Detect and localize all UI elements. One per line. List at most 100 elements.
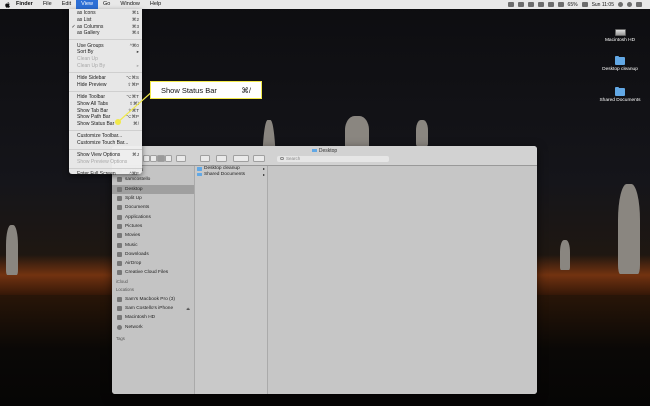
menu-item-use-groups[interactable]: Use Groups ^⌘0 xyxy=(69,43,142,50)
desktop-icon-label: Macintosh HD xyxy=(604,38,636,43)
menu-go[interactable]: Go xyxy=(98,0,115,9)
menu-item-label: Use Groups xyxy=(77,42,104,49)
menu-item-enter-full-screen[interactable]: Enter Full Screen ^⌘F xyxy=(69,171,142,178)
menu-item-label: Customize Toolbar... xyxy=(77,133,123,140)
sidebar-item-split-up[interactable]: Split Up xyxy=(112,194,194,203)
column-empty xyxy=(268,166,537,394)
menu-item-as-columns[interactable]: ✓ as Columns ⌘3 xyxy=(69,24,142,31)
sidebar-item-creative-cloud-files[interactable]: Creative Cloud Files xyxy=(112,268,194,277)
sidebar-item-network[interactable]: Network xyxy=(112,322,194,331)
menu-view[interactable]: View xyxy=(76,0,98,9)
sidebar-item-music[interactable]: Music xyxy=(112,240,194,249)
spotlight-search-icon[interactable] xyxy=(618,2,623,7)
view-mode-icon-button[interactable] xyxy=(143,155,150,162)
menu-item-customize-touch-bar[interactable]: Customize Touch Bar... xyxy=(69,140,142,147)
airplay-icon[interactable] xyxy=(527,2,534,7)
eject-icon[interactable]: ⏏ xyxy=(186,306,190,311)
wifi-icon[interactable] xyxy=(547,2,554,7)
laptop-icon xyxy=(117,296,122,302)
menu-clock[interactable]: Sun 11:05 xyxy=(592,2,614,8)
sidebar-item-downloads[interactable]: Downloads xyxy=(112,250,194,259)
column-item-label: Desktop cleanup xyxy=(204,166,240,172)
view-mode-column-button[interactable] xyxy=(157,155,165,162)
window-title: Desktop xyxy=(112,148,537,154)
menu-item-sort-by[interactable]: Sort By ▸ xyxy=(69,49,142,56)
music-icon xyxy=(117,242,122,248)
folder-icon xyxy=(311,148,317,153)
sidebar-item-label: samcostello xyxy=(125,177,151,183)
sidebar-heading-icloud: iCloud xyxy=(116,278,128,284)
menu-item-as-list[interactable]: as List ⌘2 xyxy=(69,17,142,24)
sidebar-heading-tags: Tags xyxy=(116,335,125,341)
action-gear-button[interactable] xyxy=(233,155,249,162)
notification-center-icon[interactable] xyxy=(636,2,642,7)
column-item-shared-documents[interactable]: Shared Documents ▸ xyxy=(195,172,267,178)
column-item-label: Shared Documents xyxy=(204,171,246,177)
sidebar-item-movies[interactable]: Movies xyxy=(112,231,194,240)
callout-shortcut: ⌘/ xyxy=(241,85,251,95)
movies-icon xyxy=(117,233,122,239)
menu-item-label: Show Path Bar xyxy=(77,114,111,121)
sidebar-item-desktop[interactable]: Desktop xyxy=(112,184,194,194)
search-field[interactable]: Search xyxy=(277,155,389,162)
view-mode-list-button[interactable] xyxy=(150,155,157,162)
creative-cloud-status-icon[interactable] xyxy=(517,2,524,7)
menu-edit[interactable]: Edit xyxy=(57,0,76,9)
menu-window[interactable]: Window xyxy=(115,0,145,9)
sidebar-item-label: Movies xyxy=(125,233,141,239)
finder-window: Desktop Search DropboxsamcostelloDesktop… xyxy=(112,146,537,394)
chevron-right-icon: ▸ xyxy=(262,166,265,172)
battery-icon[interactable] xyxy=(581,2,588,7)
view-mode-gallery-button[interactable] xyxy=(165,155,172,162)
sidebar-item-pictures[interactable]: Pictures xyxy=(112,222,194,231)
menu-item-as-gallery[interactable]: as Gallery ⌘4 xyxy=(69,30,142,37)
menu-item-as-icons[interactable]: as Icons ⌘1 xyxy=(69,10,142,17)
apple-menu-icon[interactable] xyxy=(3,0,11,9)
menu-item-shortcut: ⌘2 xyxy=(131,16,139,22)
wallpaper-rock-spire xyxy=(6,225,18,275)
sidebar-item-sam-costello-s-iphone[interactable]: Sam Costello's iPhone ⏏ xyxy=(112,304,194,313)
network-icon xyxy=(117,324,122,330)
menu-item-shortcut: ^⌘F xyxy=(129,171,139,177)
sidebar-item-documents[interactable]: Documents xyxy=(112,203,194,212)
menu-item-shortcut: ⌘J xyxy=(132,152,139,158)
menu-item-customize-toolbar[interactable]: Customize Toolbar... xyxy=(69,133,142,140)
folder-icon xyxy=(117,196,122,202)
menu-finder[interactable]: Finder xyxy=(11,0,38,9)
menu-file[interactable]: File xyxy=(38,0,57,9)
menu-item-label: Show Tab Bar xyxy=(77,107,109,114)
sidebar-item-applications[interactable]: Applications xyxy=(112,212,194,221)
menu-help[interactable]: Help xyxy=(145,0,166,9)
share-button[interactable] xyxy=(200,155,210,162)
sidebar-item-sam-s-macbook-pro-3[interactable]: Sam's Macbook Pro (3) xyxy=(112,295,194,304)
desktop-icon-desktop-cleanup[interactable]: Desktop cleanup xyxy=(590,55,650,72)
eye-preview-button[interactable] xyxy=(253,155,265,162)
sidebar-item-airdrop[interactable]: AirDrop xyxy=(112,259,194,268)
dropbox-status-icon[interactable] xyxy=(507,2,514,7)
folder-icon xyxy=(615,86,625,96)
desktop-icon-macintosh-hd[interactable]: Macintosh HD xyxy=(590,29,650,43)
home-icon xyxy=(117,177,122,183)
menu-item-shortcut: ⌘3 xyxy=(131,23,139,29)
desktop-icon-shared-documents[interactable]: Shared Documents xyxy=(590,86,650,103)
volume-icon[interactable] xyxy=(557,2,564,7)
menu-separator xyxy=(69,149,142,151)
sidebar-item-macintosh-hd[interactable]: Macintosh HD xyxy=(112,313,194,322)
group-by-button[interactable] xyxy=(176,155,186,162)
menu-item-label: Customize Touch Bar... xyxy=(77,140,129,147)
menu-item-shortcut: ▸ xyxy=(136,62,139,68)
callout-show-status-bar: Show Status Bar ⌘/ xyxy=(150,81,262,99)
menu-item-hide-sidebar[interactable]: Hide Sidebar ⌥⌘S xyxy=(69,75,142,82)
finder-toolbar: Desktop Search xyxy=(112,146,537,166)
checkmark-icon: ✓ xyxy=(71,23,76,30)
bluetooth-icon[interactable] xyxy=(537,2,544,7)
menu-item-show-view-options[interactable]: Show View Options ⌘J xyxy=(69,152,142,159)
iphone-icon xyxy=(117,306,122,311)
desktop-icon-label: Desktop cleanup xyxy=(602,67,638,72)
menu-item-label: Clean Up xyxy=(77,56,98,63)
battery-percent[interactable]: 65% xyxy=(568,2,578,8)
siri-icon[interactable] xyxy=(627,2,632,7)
tags-button[interactable] xyxy=(216,155,227,162)
creative-cloud-icon xyxy=(117,270,122,276)
menu-item-label: Hide Toolbar xyxy=(77,94,105,101)
